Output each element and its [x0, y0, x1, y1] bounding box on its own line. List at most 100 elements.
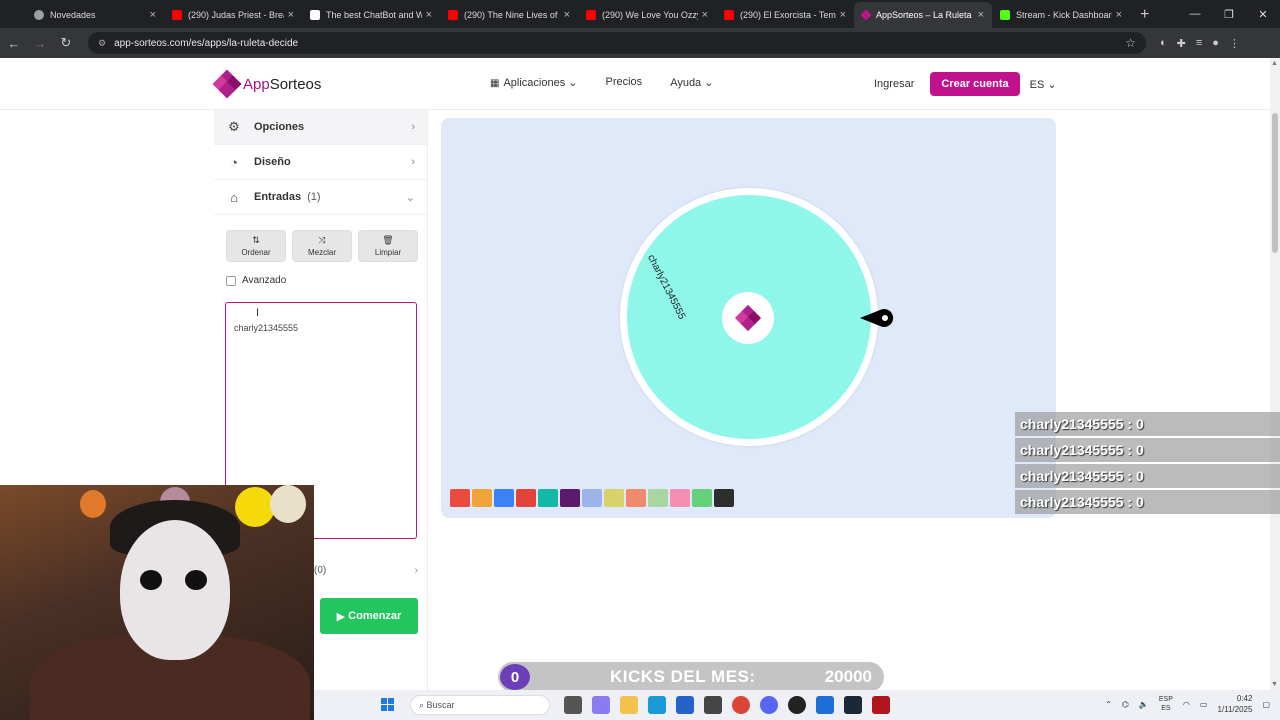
language-indicator[interactable]: ESP ES [1159, 695, 1173, 713]
game-icon[interactable] [872, 696, 890, 714]
browser-tab[interactable]: Novedades × [26, 2, 164, 28]
logo[interactable]: AppSorteos [212, 69, 321, 99]
palette-swatch[interactable] [494, 489, 514, 507]
clock[interactable]: 0:42 1/11/2025 [1217, 693, 1252, 715]
kick-icon [1000, 10, 1010, 20]
profile-icon[interactable]: ● [1212, 37, 1219, 50]
puzzle-icon[interactable]: ✚ [1177, 37, 1186, 50]
palette-swatch[interactable] [472, 489, 492, 507]
close-tab-icon[interactable]: × [560, 9, 570, 21]
copilot-icon[interactable] [592, 696, 610, 714]
accordion-design[interactable]: ◔ Diseño › [214, 145, 427, 180]
file-explorer-icon[interactable] [564, 696, 582, 714]
network-icon[interactable]: ⌬ [1122, 700, 1129, 709]
close-tab-icon[interactable]: × [284, 9, 294, 21]
volume-icon[interactable]: 🔈 [1139, 700, 1149, 709]
scroll-up-icon[interactable]: ▲ [1271, 60, 1278, 67]
palette-swatch[interactable] [560, 489, 580, 507]
site-header: AppSorteos ▦ Aplicaciones ⌄ Precios Ayuda… [0, 58, 1270, 110]
maximize-icon[interactable]: ❐ [1212, 0, 1246, 28]
extension-icon[interactable]: ◐ [1160, 37, 1167, 50]
obs-icon[interactable] [788, 696, 806, 714]
battery-icon[interactable]: ▭ [1200, 700, 1208, 709]
tray-chevron-icon[interactable]: ⌃ [1105, 700, 1112, 709]
close-tab-icon[interactable]: × [836, 9, 846, 21]
window-controls: — ❐ ✕ [1178, 0, 1280, 28]
wifi-icon[interactable]: ◠ [1183, 700, 1190, 709]
bookmark-star-icon[interactable]: ☆ [1125, 36, 1136, 50]
steam-icon[interactable] [844, 696, 862, 714]
gift-icon: ⌂ [230, 189, 238, 205]
folder-icon[interactable] [620, 696, 638, 714]
clear-button[interactable]: 🗑 Limpiar [358, 230, 418, 262]
close-tab-icon[interactable]: × [698, 9, 708, 21]
leaderboard-row: charly21345555 : 0 [1015, 438, 1280, 462]
palette-swatch[interactable] [692, 489, 712, 507]
back-icon[interactable]: ← [2, 31, 26, 55]
signup-button[interactable]: Crear cuenta [930, 72, 1020, 96]
forward-icon[interactable]: → [28, 31, 52, 55]
palette-icon: ◔ [230, 154, 238, 170]
palette-swatch[interactable] [582, 489, 602, 507]
advanced-checkbox[interactable] [226, 275, 236, 286]
sort-button[interactable]: ⇅ Ordenar [226, 230, 286, 262]
palette-swatch[interactable] [626, 489, 646, 507]
language-select[interactable]: ES ⌄ [1030, 78, 1057, 91]
windows-taskbar: ⌕ Buscar ⌃ ⌬ 🔈 ESP ES ◠ ▭ 0:42 1/11/2025 ▢ [314, 690, 1280, 720]
nav-apps[interactable]: ▦ Aplicaciones ⌄ [490, 76, 578, 89]
browser-tab[interactable]: The best ChatBot and Wi × [302, 2, 440, 28]
palette-swatch[interactable] [670, 489, 690, 507]
chrome-taskbar-icon[interactable] [732, 696, 750, 714]
store-icon[interactable] [676, 696, 694, 714]
nav-help[interactable]: Ayuda ⌄ [670, 76, 713, 89]
browser-tab[interactable]: Stream - Kick Dashboard × [992, 2, 1130, 28]
advanced-toggle[interactable]: Avanzado [226, 275, 286, 286]
edge-icon[interactable] [648, 696, 666, 714]
page-scrollbar[interactable]: ▲ ▼ [1270, 58, 1280, 690]
scroll-down-icon[interactable]: ▼ [1271, 681, 1278, 688]
notifications-icon[interactable]: ▢ [1262, 700, 1270, 709]
chevron-down-icon: ⌄ [568, 77, 578, 89]
palette-swatch[interactable] [538, 489, 558, 507]
chevron-down-icon: ⌄ [1047, 78, 1057, 91]
shuffle-button[interactable]: ⤨ Mezclar [292, 230, 352, 262]
browser-tab[interactable]: (290) We Love You Ozzy! |× [578, 2, 716, 28]
gear-icon: ⚙ [228, 119, 240, 134]
scrollbar-thumb[interactable] [1272, 113, 1278, 253]
browser-tab[interactable]: (290) The Nine Lives of O × [440, 2, 578, 28]
discord-icon[interactable] [760, 696, 778, 714]
kicks-label: KICKS DEL MES: [610, 667, 756, 686]
mail-icon[interactable] [816, 696, 834, 714]
palette-swatch[interactable] [714, 489, 734, 507]
leaderboard-row: charly21345555 : 0 [1015, 490, 1280, 514]
palette-swatch[interactable] [648, 489, 668, 507]
taskbar-search[interactable]: ⌕ Buscar [410, 695, 550, 715]
menu-icon[interactable]: ⋮ [1229, 37, 1240, 50]
close-tab-icon[interactable]: × [422, 9, 432, 21]
minimize-icon[interactable]: — [1178, 0, 1212, 28]
palette-swatch[interactable] [516, 489, 536, 507]
close-window-icon[interactable]: ✕ [1246, 0, 1280, 28]
palette-swatch[interactable] [450, 489, 470, 507]
media-icon[interactable]: ≡ [1196, 37, 1202, 50]
login-link[interactable]: Ingresar [874, 78, 914, 90]
close-tab-icon[interactable]: × [146, 9, 156, 21]
accordion-options[interactable]: ⚙ Opciones › [214, 110, 427, 145]
palette-swatch[interactable] [604, 489, 624, 507]
accordion-entries[interactable]: ⌂ Entradas (1) ⌄ [214, 180, 427, 215]
kicks-badge: 0 [500, 664, 530, 690]
browser-tab[interactable]: (290) Judas Priest - Breaki× [164, 2, 302, 28]
start-button[interactable]: ▶ Comenzar [320, 598, 418, 634]
app-icon[interactable] [704, 696, 722, 714]
close-tab-icon[interactable]: × [1112, 9, 1122, 21]
nav-prices[interactable]: Precios [606, 76, 643, 89]
windows-start-icon[interactable] [381, 698, 395, 712]
close-tab-icon[interactable]: × [974, 9, 984, 21]
accordion-results[interactable]: (0) › [314, 565, 418, 576]
site-info-icon[interactable]: ⚙ [98, 38, 106, 49]
new-tab-button[interactable]: + [1130, 2, 1159, 28]
reload-icon[interactable]: ↻ [54, 31, 78, 55]
url-input[interactable]: ⚙ app-sorteos.com/es/apps/la-ruleta-deci… [88, 32, 1146, 54]
browser-tab-active[interactable]: AppSorteos – La Ruleta d × [854, 2, 992, 28]
browser-tab[interactable]: (290) El Exorcista - Tema × [716, 2, 854, 28]
